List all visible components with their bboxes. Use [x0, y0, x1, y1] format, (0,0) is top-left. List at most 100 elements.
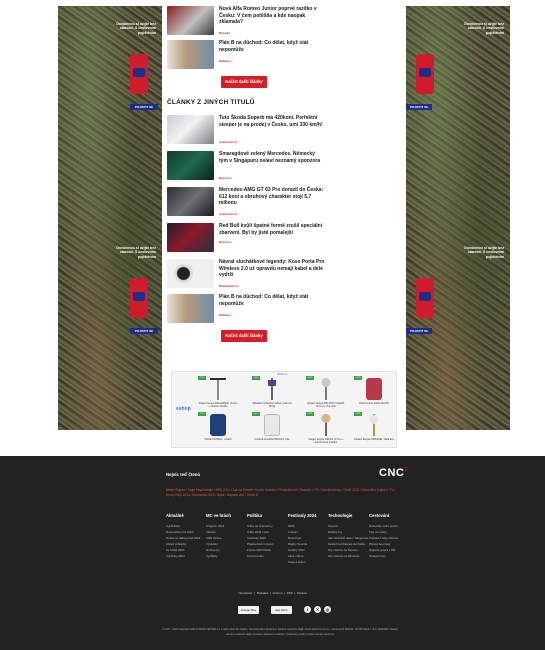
ad-product[interactable]: -15% Sedací lampa CIBOANE, zlatá kov	[354, 412, 394, 446]
footer-column: Cestování Dokonalé vodní sporty Tipy na …	[369, 513, 409, 559]
article-title[interactable]: Nová Alfa Romeo Junior poprvé razítko v …	[219, 6, 325, 26]
brand-logo-icon	[133, 68, 145, 77]
article-title[interactable]: Mercedes-AMG GT 63 Pro dorazil do Česka:…	[219, 187, 325, 207]
ad-promo[interactable]: Dovolenou si užijte bez starostí. S cest…	[406, 238, 510, 372]
article-category: Reklama	[219, 59, 231, 63]
load-more-button[interactable]: Načíst další články	[221, 76, 267, 88]
article-item[interactable]: Red Bull kvůli špatné formě zrušil speci…	[167, 223, 325, 252]
ad-promo-text: Dovolenou si užijte bez starostí. S cest…	[116, 22, 156, 35]
article-item[interactable]: Plán B na důchod: Co dělat, když stát ne…	[167, 40, 325, 69]
footer-column-heading[interactable]: MC ve hrách	[206, 513, 246, 518]
footer-link[interactable]: Vypůjčky	[206, 553, 246, 559]
ad-product-name: Skládací zahradní nožka, nosnost 90 kg	[252, 402, 292, 409]
article-thumbnail[interactable]	[167, 294, 214, 323]
ad-cta-button[interactable]: POJISTIT SE	[130, 328, 158, 334]
cart-image	[264, 378, 280, 400]
cnc-logo[interactable]: CNC7	[379, 467, 408, 479]
footer-column: Aktuálně Cyklistická Doporučený trik 202…	[166, 513, 206, 559]
app-store-badge[interactable]: App Store	[271, 606, 292, 614]
ad-promo[interactable]: Dovolenou si užijte bez starostí. S cest…	[58, 14, 162, 148]
ad-product[interactable]: -12% Křeslo NOVELL, modré	[198, 412, 238, 446]
ad-cta-button[interactable]: POJISTIT SE	[406, 328, 432, 334]
load-more-button[interactable]: Načíst další články	[221, 330, 267, 342]
footer-column-heading[interactable]: Politika	[247, 513, 287, 518]
article-item[interactable]: Mercedes-AMG GT 63 Pro dorazil do Česka:…	[167, 187, 325, 216]
article-item[interactable]: Tuto Škoda Superb má 420koní. Perfektní …	[167, 115, 325, 144]
article-category: Autoforum.cz	[219, 140, 238, 144]
ad-product[interactable]: -13% Stojací lampa GENIS, chrom + bambus…	[306, 412, 346, 446]
ad-product-name: Stojací lampa GENIS, chrom + bambusové s…	[308, 438, 344, 445]
ad-promo[interactable]: Dovolenou si užijte bez starostí. S cest…	[406, 14, 510, 148]
article-thumbnail[interactable]	[167, 187, 214, 216]
footer-nav-link[interactable]: Inzerce	[273, 591, 283, 595]
discount-badge: -21%	[198, 376, 206, 380]
discount-badge: -11%	[252, 412, 260, 416]
article-category: Report.cz	[219, 176, 232, 180]
article-thumbnail[interactable]	[167, 6, 214, 35]
article-title[interactable]: Tuto Škoda Superb má 420koní. Perfektní …	[219, 115, 325, 128]
ad-product-name: Kožená lenoška PRETAS, bílá	[254, 438, 290, 441]
logo-accent-icon: 7	[404, 467, 408, 474]
article-category: Autoforum.cz	[219, 212, 238, 216]
lamp-image	[318, 414, 334, 436]
suitcase-image	[130, 54, 148, 94]
ad-cta-button[interactable]: POJISTIT SE	[130, 104, 158, 110]
article-item[interactable]: Smaragdově zelený Mercedes. Německý tým …	[167, 151, 325, 180]
footer-column-heading[interactable]: Festivaly 2024	[288, 513, 328, 518]
article-thumbnail[interactable]	[167, 40, 214, 69]
ad-product[interactable]: -32% Polstrované křeslo RAOS	[354, 376, 394, 410]
ad-promo-text: Dovolenou si užijte bez starostí. S cest…	[116, 246, 156, 259]
footer-link[interactable]: Hry zdarma na Windows	[328, 553, 368, 559]
ad-promo[interactable]: Dovolenou si užijte bez starostí. S cest…	[58, 238, 162, 372]
x-icon[interactable]: ✕	[314, 606, 321, 613]
article-title[interactable]: Plán B na důchod: Co dělat, když stát ne…	[219, 40, 325, 53]
chair-image	[264, 414, 280, 436]
ad-shop-logo[interactable]: eshop	[176, 406, 191, 412]
article-item[interactable]: Plán B na důchod: Co dělat, když stát ne…	[167, 294, 325, 323]
armchair-image	[366, 378, 382, 400]
footer-column-heading[interactable]: Technologie	[328, 513, 368, 518]
ad-product-name: Křeslo NOVELL, modré	[204, 438, 232, 441]
discount-badge: -18%	[252, 376, 260, 380]
article-thumbnail[interactable]	[167, 259, 214, 288]
product-ad[interactable]: Reklama eshop -21% Stojací lampa BALLERE…	[171, 371, 397, 448]
footer-hot-links[interactable]: Blesk Hlupáci / Moje Psychologie / NFB 2…	[166, 488, 402, 498]
footer-link[interactable]: Snap a kolem	[288, 559, 328, 565]
article-thumbnail[interactable]	[167, 151, 214, 180]
ad-product[interactable]: -21% Stojací lampa BALLEREN, chrom + vku…	[198, 376, 238, 410]
article-item[interactable]: Návrat sluchátkové legendy: Koss Porta P…	[167, 259, 325, 288]
ad-product-name: Polstrované křeslo RAOS	[359, 402, 389, 405]
footer-link[interactable]: Změnit leden	[247, 553, 287, 559]
ad-cta-button[interactable]: POJISTIT SE	[406, 104, 432, 110]
footer-column-heading[interactable]: Cestování	[369, 513, 409, 518]
article-title[interactable]: Red Bull kvůli špatné formě zrušil speci…	[219, 223, 325, 236]
footer-nav-link[interactable]: Newsletter	[238, 591, 252, 595]
instagram-icon[interactable]: ◎	[324, 606, 331, 613]
ad-product[interactable]: -18% Skládací zahradní nožka, nosnost 90…	[252, 376, 292, 410]
article-item[interactable]: Nová Alfa Romeo Junior poprvé razítko v …	[167, 6, 325, 35]
footer-column-heading[interactable]: Aktuálně	[166, 513, 206, 518]
ad-promo-text: Dovolenou si užijte bez starostí. S cest…	[464, 246, 504, 259]
left-ad-skin[interactable]: Dovolenou si užijte bez starostí. S cest…	[58, 6, 162, 430]
lamp-image	[366, 414, 382, 436]
article-thumbnail[interactable]	[167, 223, 214, 252]
discount-badge: -13%	[306, 412, 314, 416]
footer-column: MC ve hrách Program 2024 Tabulky CNN Onl…	[206, 513, 246, 559]
article-title[interactable]: Plán B na důchod: Co dělat, když stát ne…	[219, 294, 325, 307]
footer-nav-link[interactable]: Redakce	[257, 591, 269, 595]
ad-product[interactable]: -14% Stojací lampa BALDON CLEAR, chrom +…	[306, 376, 346, 410]
article-thumbnail[interactable]	[167, 115, 214, 144]
ad-product[interactable]: -11% Kožená lenoška PRETAS, bílá	[252, 412, 292, 446]
footer-nav-link[interactable]: Kariéra	[297, 591, 307, 595]
article-title[interactable]: Smaragdově zelený Mercedes. Německý tým …	[219, 151, 325, 164]
footer-link[interactable]: Cyklistky 2024	[166, 553, 206, 559]
discount-badge: -15%	[354, 412, 362, 416]
article-title[interactable]: Návrat sluchátkové legendy: Koss Porta P…	[219, 259, 325, 279]
footer-link[interactable]: Nejlepší hory	[369, 553, 409, 559]
footer-nav-link[interactable]: RSS	[287, 591, 293, 595]
brand-logo-icon	[419, 68, 431, 77]
facebook-icon[interactable]: f	[304, 606, 311, 613]
right-ad-skin[interactable]: Dovolenou si užijte bez starostí. S cest…	[406, 6, 510, 430]
copyright-text: © 2007 – 2024 Copyright CZECH NEWS CENTE…	[162, 628, 398, 636]
google-play-badge[interactable]: Google Play	[238, 606, 259, 614]
